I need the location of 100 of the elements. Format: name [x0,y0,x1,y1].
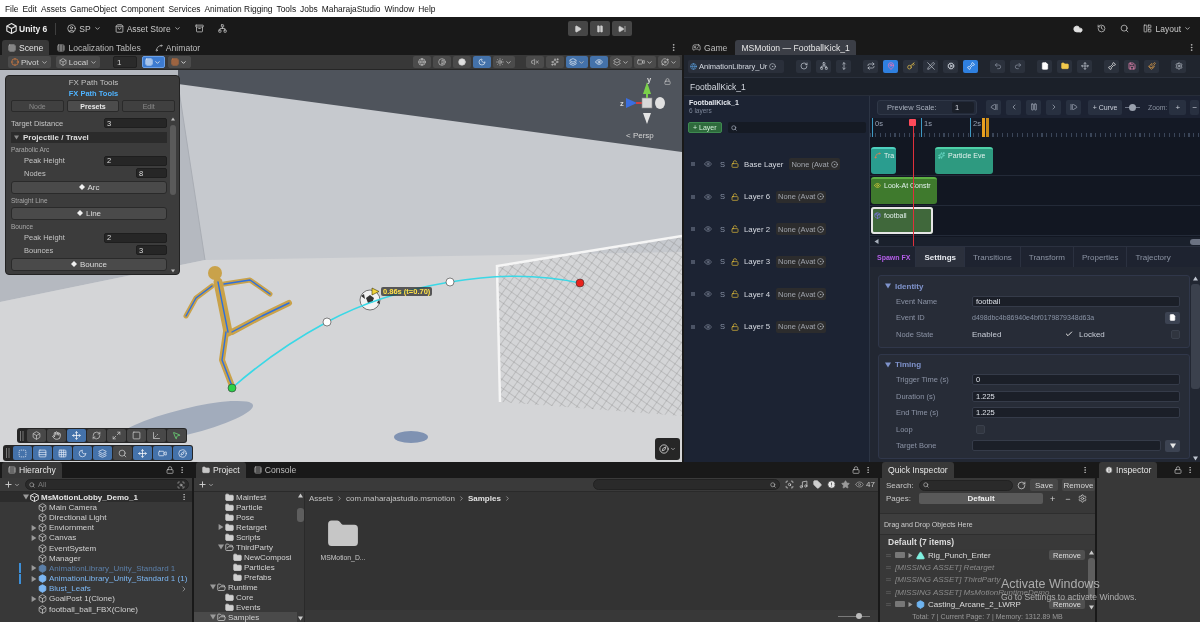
menu-item[interactable]: MaharajaStudio [321,4,381,15]
expand-arrow-icon[interactable] [14,134,19,140]
expand-arrow-icon[interactable] [908,601,913,607]
hierarchy-item[interactable]: football_ball_FBX(Clone) [0,604,192,615]
tool-button[interactable] [53,446,72,460]
tool-button[interactable] [27,429,46,442]
scrollbar[interactable] [297,492,304,622]
panel-tab[interactable]: Quick Inspector [882,462,954,478]
expand-arrow-icon[interactable] [22,494,29,501]
scene-search-icon[interactable] [785,480,795,489]
folder-item[interactable]: Retarget [194,522,297,532]
remove-page-button[interactable]: − [1062,493,1074,504]
expand-arrow-icon[interactable] [30,595,37,602]
expand-arrow-icon[interactable] [30,565,37,572]
layer-search-field[interactable] [727,122,866,133]
section-header[interactable]: Projectile / Travel [11,131,167,143]
zoom-in-button[interactable]: + [1169,99,1187,115]
preset-button[interactable]: Arc [11,180,167,194]
panel-tab[interactable]: Scene [2,40,50,55]
drag-handle-icon[interactable] [885,563,892,571]
more-menu-icon[interactable] [1081,466,1089,474]
tool-button[interactable] [113,446,132,460]
folder-item[interactable]: Scripts [194,532,297,542]
drag-handle-icon[interactable] [885,576,892,584]
snap-button[interactable] [141,56,165,68]
path-node-icon[interactable] [445,277,455,287]
tool-button[interactable] [93,446,112,460]
event-editor-tab[interactable]: Settings [915,247,964,267]
more-menu-icon[interactable] [178,466,186,474]
expand-arrow-icon[interactable] [209,614,216,620]
playhead-handle[interactable] [909,119,917,126]
snap-field[interactable]: 1 [112,56,137,68]
more-menu-icon[interactable] [1186,466,1194,474]
horizontal-scrollbar[interactable] [870,237,1200,246]
scrollbar[interactable] [1191,275,1200,462]
alert-icon[interactable] [827,480,837,489]
pivot-dropdown[interactable]: Pivot [8,56,51,68]
search-field[interactable] [593,479,781,490]
eye-icon[interactable] [704,225,712,234]
toolbar-button[interactable] [1104,59,1119,73]
scroll-thumb[interactable] [1190,238,1200,245]
scroll-down-icon[interactable] [298,616,303,621]
menu-item[interactable]: GameObject [70,4,118,15]
scene-view-toggle[interactable] [413,56,431,68]
hierarchy-item[interactable]: Enviornment [0,522,192,533]
tool-button[interactable] [147,429,166,442]
path-node-icon[interactable] [322,317,332,327]
toolbar-button[interactable] [1037,59,1052,73]
scroll-up-icon[interactable] [1193,276,1198,281]
icon-size-slider[interactable] [838,612,870,620]
scene-view-toggle[interactable] [634,56,656,68]
dropdown-button[interactable] [1165,439,1180,452]
scene-view-toggle[interactable] [433,56,451,68]
menu-item[interactable]: Services [168,4,201,15]
asset-store-menu[interactable]: Asset Store [111,20,184,37]
panel-tab[interactable]: MSMotion — FootballKick_1 [735,40,856,55]
open-lock-icon[interactable] [731,192,739,201]
toolbar-button[interactable] [963,59,978,73]
preset-button[interactable]: Bounce [11,257,167,271]
folder-item[interactable]: Mainfest [194,492,297,502]
expand-arrow-icon[interactable] [217,544,224,550]
toolbar-button[interactable] [943,59,958,73]
path-node-icon[interactable] [575,278,585,288]
hierarchy-item[interactable]: AnimationLibrary_Unity_Standard 1 (1) [0,573,192,584]
drag-handle-icon[interactable] [885,600,892,608]
scene-view-toggle[interactable] [473,56,491,68]
menu-item[interactable]: Tools [276,4,297,15]
bone-field[interactable] [972,440,1161,452]
tool-button[interactable] [133,446,152,460]
scene-view-toggle[interactable] [493,56,515,68]
expand-arrow-icon[interactable] [209,584,216,590]
open-lock-icon[interactable] [731,257,739,266]
play-button[interactable] [568,21,588,36]
pause-button[interactable] [590,21,610,36]
projection-toggle[interactable]: < Persp [626,131,654,140]
hierarchy-item[interactable]: Canvas [0,532,192,543]
folder-item[interactable]: Prefabs [194,572,297,582]
end-marker-icon[interactable] [982,118,989,137]
more-menu-icon[interactable] [669,43,678,52]
eye-icon[interactable] [704,290,712,299]
space-dropdown[interactable]: Local [55,56,100,68]
panel-tab[interactable]: Inspector [1099,462,1158,478]
view-menu-button[interactable] [655,438,680,460]
expand-arrow-icon[interactable] [217,524,224,530]
path-node-icon[interactable] [227,383,237,393]
expand-arrow-icon[interactable] [30,524,37,531]
eye-icon[interactable] [704,160,712,169]
eye-icon[interactable] [704,322,712,331]
hierarchy-item[interactable]: Blust_Leafs [0,583,192,594]
tool-button[interactable] [167,429,186,442]
section-header[interactable]: Identity [879,279,1189,293]
menu-item[interactable]: Assets [40,4,67,15]
more-menu-icon[interactable] [180,493,188,502]
hierarchy-item[interactable]: MsMotionLobby_Demo_1 [0,492,192,503]
expand-arrow-icon[interactable] [885,361,891,368]
section-header[interactable]: Timing [879,357,1189,372]
settings-icon[interactable] [1077,494,1087,503]
open-lock-icon[interactable] [731,290,739,299]
tool-button[interactable] [107,429,126,442]
preview-swatch-icon[interactable] [895,601,905,608]
